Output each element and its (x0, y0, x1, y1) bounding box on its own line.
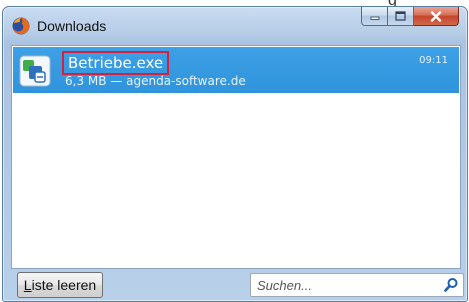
maximize-button[interactable] (388, 7, 414, 26)
minimize-button[interactable] (361, 7, 388, 26)
file-details: 6,3 MB — agenda-software.de (65, 74, 246, 88)
search-input[interactable] (257, 277, 437, 293)
window-title: Downloads (37, 18, 107, 34)
minimize-icon (370, 16, 379, 20)
clear-list-button[interactable]: Liste leeren (17, 272, 103, 298)
installer-icon (19, 55, 51, 87)
clear-list-label: iste leeren (31, 277, 97, 293)
title-bar[interactable]: Downloads (3, 7, 467, 45)
bottom-toolbar: Liste leeren (3, 269, 467, 301)
caption-buttons (361, 7, 459, 27)
clear-list-accesskey: L (23, 277, 32, 293)
search-icon[interactable] (443, 277, 459, 293)
close-icon (430, 10, 442, 22)
downloads-window: Downloads Betriebe.exe 6,3 MB — agenda-s… (2, 6, 468, 302)
download-time: 09:11 (419, 55, 448, 66)
search-box (250, 273, 464, 297)
firefox-icon (12, 17, 30, 35)
downloads-list: Betriebe.exe 6,3 MB — agenda-software.de… (11, 45, 461, 269)
file-name: Betriebe.exe (62, 51, 170, 75)
close-button[interactable] (414, 7, 459, 26)
download-item[interactable]: Betriebe.exe 6,3 MB — agenda-software.de… (13, 47, 459, 93)
maximize-icon (395, 11, 406, 21)
